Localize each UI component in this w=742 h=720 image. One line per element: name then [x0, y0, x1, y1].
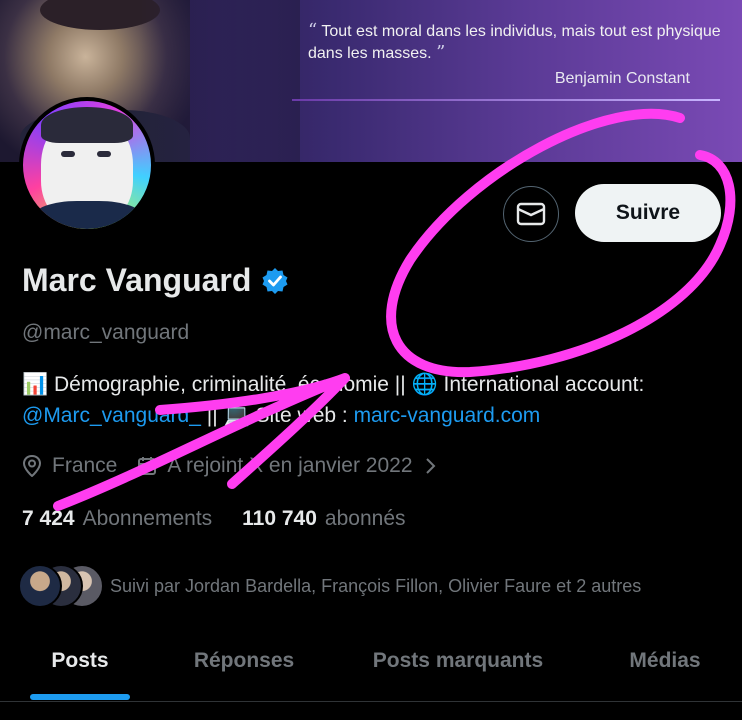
envelope-icon [516, 202, 546, 226]
joined-item[interactable]: A rejoint X en janvier 2022 [137, 454, 436, 478]
avatar [18, 564, 62, 608]
message-button[interactable] [503, 186, 559, 242]
globe-emoji-icon: 🌐 [411, 373, 438, 396]
chart-emoji-icon: 📊 [22, 373, 49, 396]
follow-button[interactable]: Suivre [575, 184, 721, 242]
quote-open-mark: “ [308, 20, 318, 41]
profile-stats: 7 424 Abonnements 110 740 abonnés [22, 507, 436, 531]
location-text: France [52, 454, 118, 477]
profile-name: Marc Vanguard [22, 262, 252, 298]
laptop-emoji-icon: 💻 [223, 404, 250, 427]
followers-count[interactable]: 110 740 [242, 507, 317, 531]
following-label[interactable]: Abonnements [83, 507, 213, 531]
joined-text: A rejoint X en janvier 2022 [167, 454, 413, 477]
active-tab-indicator [30, 694, 130, 700]
profile-avatar[interactable] [19, 97, 155, 233]
followers-label[interactable]: abonnés [325, 507, 406, 531]
quote-close-mark: ” [436, 42, 446, 63]
bio-mention-link[interactable]: @Marc_vanguard_ [22, 404, 201, 427]
tab-media[interactable]: Médias [588, 620, 742, 702]
bio-website-link[interactable]: marc-vanguard.com [354, 404, 541, 427]
chevron-right-icon [425, 458, 435, 474]
followed-by-text: Suivi par Jordan Bardella, François Fill… [110, 575, 642, 596]
following-count[interactable]: 7 424 [22, 507, 75, 531]
profile-handle: @marc_vanguard [22, 321, 190, 344]
tab-highlights[interactable]: Posts marquants [328, 620, 588, 702]
calendar-icon [138, 457, 157, 475]
quote-text: Tout est moral dans les individus, mais … [308, 23, 721, 62]
profile-meta: France A rejoint X en janvier 2022 [22, 454, 457, 478]
verified-badge-icon [262, 267, 288, 294]
profile-name-row: Marc Vanguard [22, 262, 289, 299]
quote-author: Benjamin Constant [554, 70, 690, 87]
followed-by[interactable]: Suivi par Jordan Bardella, François Fill… [18, 564, 641, 608]
tab-replies[interactable]: Réponses [160, 620, 328, 702]
location-pin-icon [22, 455, 42, 477]
profile-bio: 📊 Démographie, criminalité, économie || … [22, 373, 645, 427]
profile-tabs: Posts Réponses Posts marquants Médias [0, 620, 742, 702]
location-item: France [22, 454, 117, 478]
quote-divider [292, 99, 720, 101]
banner-quote: “ Tout est moral dans les individus, mai… [308, 20, 728, 64]
tab-posts[interactable]: Posts [0, 620, 160, 702]
follower-avatars [18, 564, 104, 608]
